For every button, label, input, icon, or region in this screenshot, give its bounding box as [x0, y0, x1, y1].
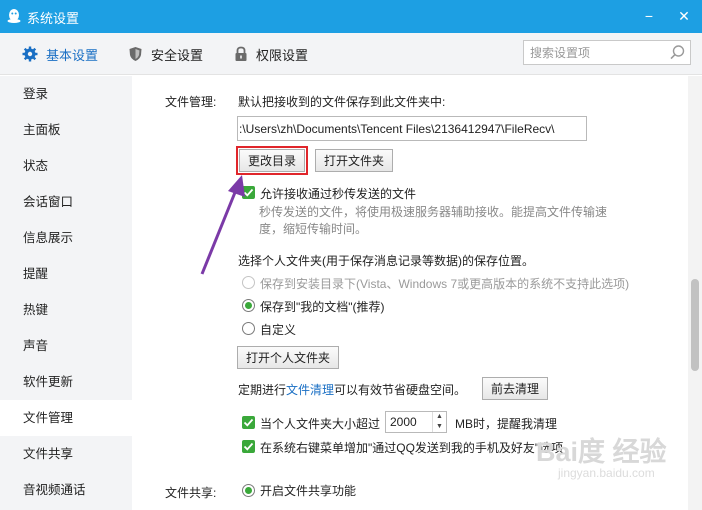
sidebar-item-hotkeys[interactable]: 热键 — [0, 292, 132, 328]
stepper-arrows[interactable]: ▲ ▼ — [432, 412, 446, 432]
tab-label: 权限设置 — [256, 47, 309, 63]
save-location-description: 默认把接收到的文件保存到此文件夹中: — [238, 95, 446, 109]
sidebar-item-status[interactable]: 状态 — [0, 148, 132, 184]
chevron-down-icon[interactable]: ▼ — [433, 422, 446, 432]
check-icon — [243, 418, 254, 427]
fast-transfer-description: 秒传发送的文件，将使用极速服务器辅助接收。能提高文件传输速度，缩短传输时间。 — [259, 205, 608, 236]
sidebar-item-sound[interactable]: 声音 — [0, 328, 132, 364]
vertical-scrollbar[interactable] — [688, 76, 702, 510]
baidu-watermark-url: jingyan.baidu.com — [558, 466, 655, 480]
receive-folder-path-input[interactable] — [237, 116, 587, 141]
qq-penguin-icon — [7, 9, 21, 23]
folder-size-input[interactable] — [386, 412, 430, 432]
sidebar-item-info-display[interactable]: 信息展示 — [0, 220, 132, 256]
my-documents-radio[interactable] — [242, 299, 255, 312]
title-bar: 系统设置 − ✕ — [0, 0, 702, 33]
file-management-section-label: 文件管理: — [165, 95, 217, 109]
window-title: 系统设置 — [27, 11, 80, 26]
close-icon: ✕ — [678, 8, 690, 24]
minimize-icon: − — [644, 8, 654, 24]
enable-file-sharing-label: 开启文件共享功能 — [260, 484, 357, 498]
baidu-watermark: Bai度 经验 — [536, 437, 667, 467]
personal-folder-title: 选择个人文件夹(用于保存消息记录等数据)的保存位置。 — [238, 254, 534, 268]
install-dir-label: 保存到安装目录下(Vista、Windows 7或更高版本的系统不支持此选项) — [260, 277, 630, 291]
lock-icon — [235, 46, 247, 61]
tab-permission-settings[interactable]: 权限设置 — [234, 33, 308, 75]
custom-location-radio[interactable] — [242, 322, 255, 335]
scrollbar-thumb[interactable] — [691, 279, 699, 371]
sidebar-item-reminders[interactable]: 提醒 — [0, 256, 132, 292]
chevron-up-icon[interactable]: ▲ — [433, 412, 446, 422]
tab-label: 安全设置 — [151, 47, 204, 63]
size-reminder-checkbox[interactable] — [242, 416, 255, 429]
sidebar-item-file-management[interactable]: 文件管理 — [0, 400, 132, 436]
search-input[interactable] — [524, 41, 664, 64]
size-reminder-prefix: 当个人文件夹大小超过 — [260, 417, 381, 431]
settings-sidebar: 登录 主面板 状态 会话窗口 信息展示 提醒 热键 声音 软件更新 文件管理 文… — [0, 76, 132, 510]
settings-toolbar: 基本设置 安全设置 权限设置 — [0, 33, 702, 75]
tab-security-settings[interactable]: 安全设置 — [128, 33, 203, 75]
annotation-arrow — [200, 175, 245, 275]
sidebar-item-file-sharing[interactable]: 文件共享 — [0, 436, 132, 472]
folder-size-stepper: ▲▼ — [385, 411, 447, 433]
custom-location-label: 自定义 — [260, 323, 297, 337]
open-folder-button[interactable]: 打开文件夹 — [315, 149, 394, 172]
file-cleanup-link[interactable]: 文件清理 — [286, 383, 334, 397]
allow-fast-transfer-label: 允许接收通过秒传发送的文件 — [260, 187, 417, 201]
enable-file-sharing-radio[interactable] — [242, 484, 255, 497]
change-directory-button[interactable]: 更改目录 — [235, 146, 309, 175]
cleanup-suffix: 可以有效节省硬盘空间。 — [334, 383, 467, 397]
open-personal-folder-button[interactable]: 打开个人文件夹 — [237, 346, 340, 369]
tab-basic-settings[interactable]: 基本设置 — [22, 33, 98, 75]
shield-icon — [129, 47, 142, 61]
cleanup-prefix: 定期进行 — [238, 383, 287, 397]
sidebar-item-main-panel[interactable]: 主面板 — [0, 112, 132, 148]
gear-icon — [22, 46, 38, 62]
tab-label: 基本设置 — [46, 47, 99, 63]
sidebar-item-login[interactable]: 登录 — [0, 76, 132, 112]
check-icon — [243, 442, 254, 451]
context-menu-checkbox[interactable] — [242, 440, 255, 453]
search-icon[interactable] — [669, 44, 686, 61]
file-sharing-section-label: 文件共享: — [165, 486, 217, 500]
minimize-button[interactable]: − — [632, 0, 666, 33]
go-cleanup-button[interactable]: 前去清理 — [482, 377, 549, 400]
sidebar-item-chat-window[interactable]: 会话窗口 — [0, 184, 132, 220]
settings-search-box — [523, 40, 691, 65]
close-button[interactable]: ✕ — [667, 0, 701, 33]
sidebar-item-av-call[interactable]: 音视频通话 — [0, 472, 132, 508]
sidebar-item-software-update[interactable]: 软件更新 — [0, 364, 132, 400]
context-menu-label: 在系统右键菜单增加"通过QQ发送到我的手机及好友"选项 — [260, 441, 564, 455]
my-documents-label: 保存到"我的文档"(推荐) — [260, 300, 385, 314]
cleanup-hint: 定期进行文件清理可以有效节省硬盘空间。 — [238, 381, 466, 398]
